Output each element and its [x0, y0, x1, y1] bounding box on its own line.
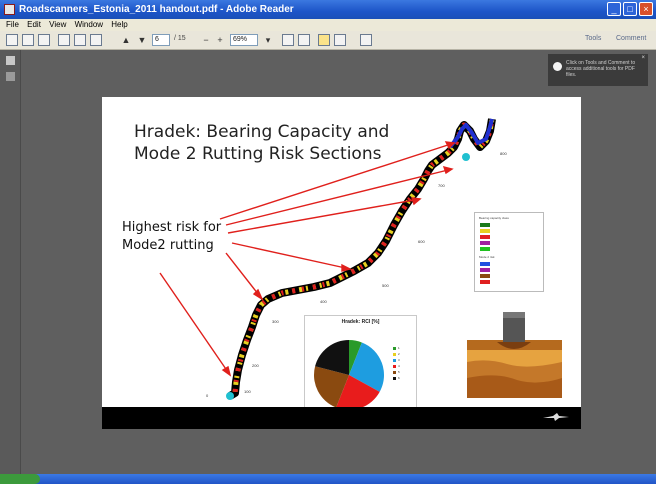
pie-legend-label: 1 [398, 346, 400, 350]
window-controls: _ □ × [607, 2, 653, 16]
menu-window[interactable]: Window [75, 19, 103, 31]
read-mode-icon[interactable] [360, 34, 372, 46]
pdf-page: 800 700 600 500 400 300 200 100 0 Hradek… [102, 97, 581, 429]
window-titlebar: Roadscanners_Estonia_2011 handout.pdf - … [0, 0, 656, 19]
legend-2-title: Mode 2 risk [479, 255, 495, 259]
road-marker [462, 153, 470, 161]
slide-title-line-1: Hradek: Bearing Capacity and [134, 122, 390, 142]
print-icon[interactable] [58, 34, 70, 46]
fit-page-icon[interactable] [282, 34, 294, 46]
km-label: 400 [320, 299, 327, 304]
menu-bar: File Edit View Window Help [0, 19, 656, 31]
km-label: 500 [382, 283, 389, 288]
zoom-in-icon[interactable]: + [214, 34, 226, 46]
window-title: Roadscanners_Estonia_2011 handout.pdf - … [19, 4, 294, 15]
highlight-icon[interactable] [318, 34, 330, 46]
start-button[interactable] [0, 474, 40, 484]
open-folder-icon[interactable] [22, 34, 34, 46]
page-number-input[interactable]: 6 [152, 34, 170, 46]
km-label: 700 [438, 183, 445, 188]
sign-icon[interactable] [334, 34, 346, 46]
pie-legend-label: 3 [398, 358, 400, 362]
km-label: 800 [500, 151, 507, 156]
km-label: 100 [244, 389, 251, 394]
menu-help[interactable]: Help [111, 19, 127, 31]
tools-tip-popup: × Click on Tools and Comment to access a… [548, 54, 648, 86]
risk-label-line-1: Highest risk for [122, 220, 222, 235]
toolbar: ▲ ▼ 6 / 15 − + 69% ▾ Tools Comment [0, 31, 656, 50]
road-marker [226, 392, 234, 400]
pie-legend-label: 2 [398, 352, 400, 356]
close-button[interactable]: × [639, 2, 653, 16]
zoom-input[interactable]: 69% [230, 34, 258, 46]
km-label: 0 [206, 393, 209, 398]
previous-page-icon[interactable]: ▲ [120, 34, 132, 46]
rutting-illustration [467, 312, 562, 398]
km-label: 300 [272, 319, 279, 324]
next-page-icon[interactable]: ▼ [136, 34, 148, 46]
slide-title: Hradek: Bearing Capacity and Mode 2 Rutt… [134, 121, 434, 165]
risk-label: Highest risk for Mode2 rutting [122, 219, 221, 255]
zoom-dropdown-icon[interactable]: ▾ [262, 34, 274, 46]
pie-legend-label: 6 [398, 376, 400, 380]
map-legend: Bearing capacity class Mode 2 risk [474, 212, 544, 292]
navigation-pane [0, 50, 21, 474]
maximize-button[interactable]: □ [623, 2, 637, 16]
save-icon[interactable] [38, 34, 50, 46]
menu-view[interactable]: View [49, 19, 66, 31]
tip-text: Click on Tools and Comment to access add… [566, 60, 636, 78]
adobe-reader-icon [4, 4, 15, 15]
tools-link[interactable]: Tools [585, 35, 601, 42]
comment-icon[interactable] [90, 34, 102, 46]
fit-width-icon[interactable] [298, 34, 310, 46]
pie-legend-label: 4 [398, 364, 400, 368]
menu-file[interactable]: File [6, 19, 19, 31]
comment-link[interactable]: Comment [616, 35, 646, 42]
lightbulb-icon [553, 62, 562, 71]
menu-edit[interactable]: Edit [27, 19, 41, 31]
page-thumbnails-icon[interactable] [6, 56, 15, 65]
slide-title-line-2: Mode 2 Rutting Risk Sections [134, 144, 382, 164]
pie-legend-label: 5 [398, 370, 400, 374]
page-total: / 15 [174, 35, 186, 42]
km-label: 600 [418, 239, 425, 244]
attachments-icon[interactable] [6, 72, 15, 81]
minimize-button[interactable]: _ [607, 2, 621, 16]
create-pdf-icon[interactable] [6, 34, 18, 46]
tip-close-icon[interactable]: × [641, 55, 645, 61]
slide-footer [102, 407, 581, 429]
km-label: 200 [252, 363, 259, 368]
zoom-out-icon[interactable]: − [200, 34, 212, 46]
company-logo-icon [543, 413, 569, 421]
windows-taskbar [0, 474, 656, 484]
risk-label-line-2: Mode2 rutting [122, 238, 214, 253]
legend-1-title: Bearing capacity class [479, 216, 509, 220]
email-icon[interactable] [74, 34, 86, 46]
